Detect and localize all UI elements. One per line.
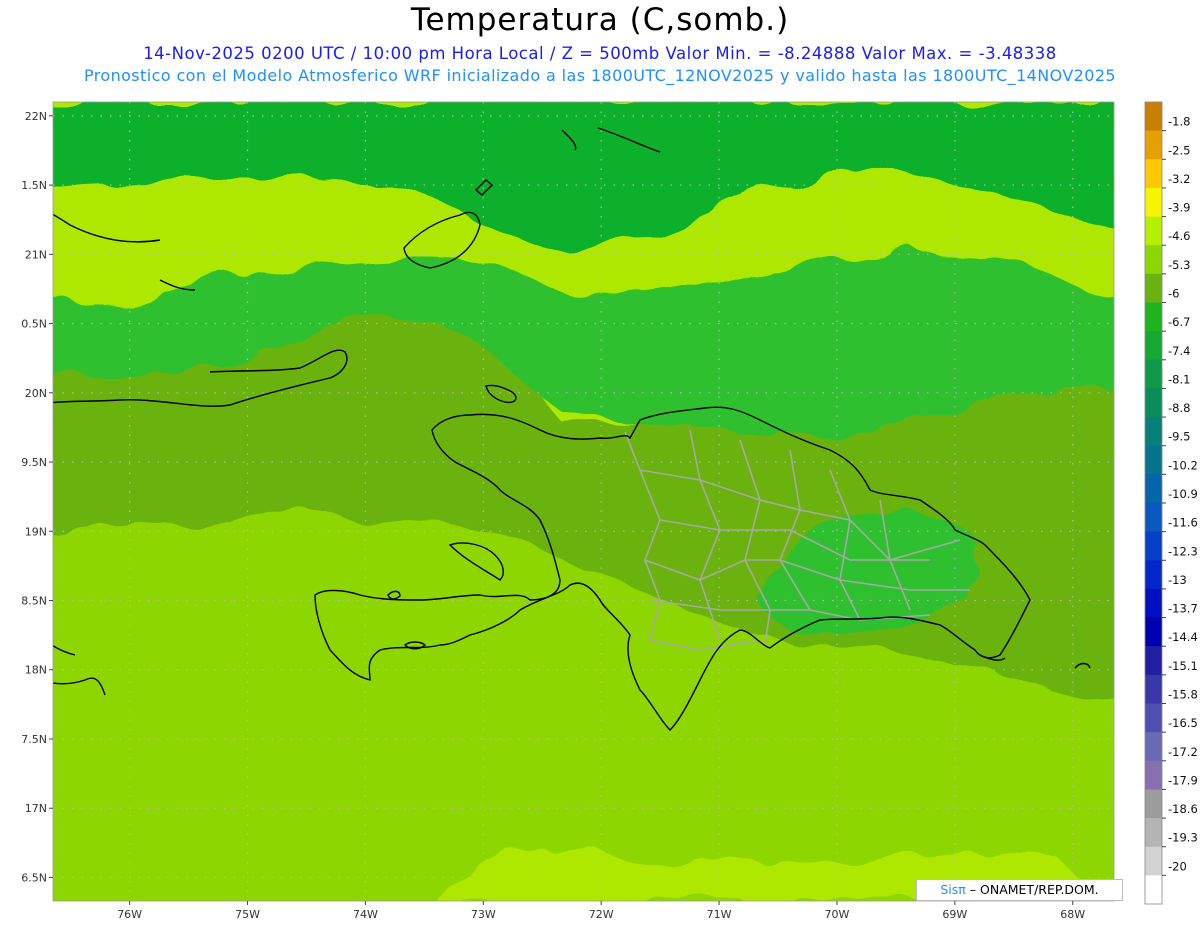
colorbar-swatch [1145,417,1162,447]
colorbar-swatch [1145,846,1162,876]
lat-label: 19N [25,525,47,538]
lat-label: 22N [25,110,47,123]
latitude-labels: 22N 1.5N 21N 0.5N 20N 9.5N 19N 8.5N 18N 7.5N 17N 6.… [21,110,53,884]
colorbar-swatch [1145,875,1162,905]
colorbar-label: -9.5 [1168,430,1190,444]
lat-label: 21N [25,248,47,261]
lon-label: 69W [942,908,967,921]
colorbar-label: -15.8 [1168,688,1198,702]
colorbar-label: -14.4 [1168,630,1198,644]
colorbar-swatch [1145,302,1162,332]
lat-label: 7.5N [21,733,47,746]
lon-label: 71W [707,908,732,921]
colorbar-label: -6.7 [1168,315,1190,329]
longitude-labels: 76W 75W 74W 73W 72W 71W 70W 69W 68W [117,901,1085,921]
colorbar-label: -7.4 [1168,344,1190,358]
colorbar-label: -5.3 [1168,258,1190,272]
colorbar-label: -20 [1168,859,1187,873]
colorbar-label: -11.6 [1168,516,1198,530]
colorbar-swatch [1145,245,1162,275]
lon-label: 73W [471,908,496,921]
colorbar-swatch [1145,388,1162,418]
lat-label: 8.5N [21,595,47,608]
colorbar-swatch [1145,503,1162,533]
lat-label: 1.5N [21,179,47,192]
colorbar-label: -2.5 [1168,143,1190,157]
temperature-field [53,102,1114,901]
colorbar-swatch [1145,130,1162,160]
lon-label: 76W [117,908,142,921]
colorbar-swatch [1145,273,1162,303]
colorbar: -1.8 -2.5 -3.2 -3.9 -4.6 -5.3 -6 -6.7 -7.4 -8.1 -8… [1144,101,1198,905]
credit-box: Sisπ – ONAMET/REP.DOM. [916,879,1123,901]
lat-label: 9.5N [21,456,47,469]
colorbar-label: -4.6 [1168,229,1190,243]
colorbar-label: -15.1 [1168,659,1198,673]
colorbar-swatch [1145,789,1162,819]
colorbar-label: -3.2 [1168,172,1190,186]
colorbar-swatch [1145,474,1162,504]
colorbar-swatch [1145,818,1162,848]
credit-text: – ONAMET/REP.DOM. [969,882,1099,897]
lat-label: 0.5N [21,318,47,331]
colorbar-swatch [1145,445,1162,475]
lon-label: 68W [1060,908,1085,921]
lon-label: 74W [353,908,378,921]
forecast-map: 22N 1.5N 21N 0.5N 20N 9.5N 19N 8.5N 18N 7.5N 17N 6.… [21,101,1198,921]
colorbar-label: -13 [1168,573,1187,587]
colorbar-label: -1.8 [1168,115,1190,129]
colorbar-label: -16.5 [1168,716,1198,730]
lon-label: 70W [825,908,850,921]
colorbar-label: -8.8 [1168,401,1190,415]
colorbar-swatch [1145,703,1162,733]
colorbar-label: -19.3 [1168,831,1198,845]
colorbar-swatch [1145,760,1162,790]
colorbar-label: -10.2 [1168,458,1198,472]
colorbar-swatch [1145,617,1162,647]
colorbar-label: -10.9 [1168,487,1198,501]
colorbar-label: -18.6 [1168,802,1198,816]
colorbar-swatch [1145,560,1162,590]
colorbar-swatch [1145,359,1162,389]
colorbar-label: -12.3 [1168,544,1198,558]
colorbar-swatch [1145,674,1162,704]
colorbar-label: -6 [1168,287,1179,301]
colorbar-label: -8.1 [1168,372,1190,386]
lon-label: 72W [589,908,614,921]
colorbar-swatch [1145,102,1162,132]
colorbar-swatch [1145,216,1162,246]
colorbar-swatch [1145,588,1162,619]
sispi-logo: Sisπ [940,882,966,897]
lat-label: 20N [25,387,47,400]
colorbar-label: -17.2 [1168,745,1198,759]
colorbar-swatch [1145,159,1162,189]
lat-label: 17N [25,802,47,815]
colorbar-swatch [1145,187,1162,218]
colorbar-swatch [1145,531,1162,561]
colorbar-label: -17.9 [1168,773,1198,787]
lat-label: 18N [25,664,47,677]
colorbar-label: -3.9 [1168,201,1190,215]
colorbar-label: -13.7 [1168,602,1198,616]
colorbar-swatch [1145,732,1162,762]
lon-label: 75W [235,908,260,921]
colorbar-swatch [1145,331,1162,361]
colorbar-swatch [1145,646,1162,676]
lat-label: 6.5N [21,871,47,884]
